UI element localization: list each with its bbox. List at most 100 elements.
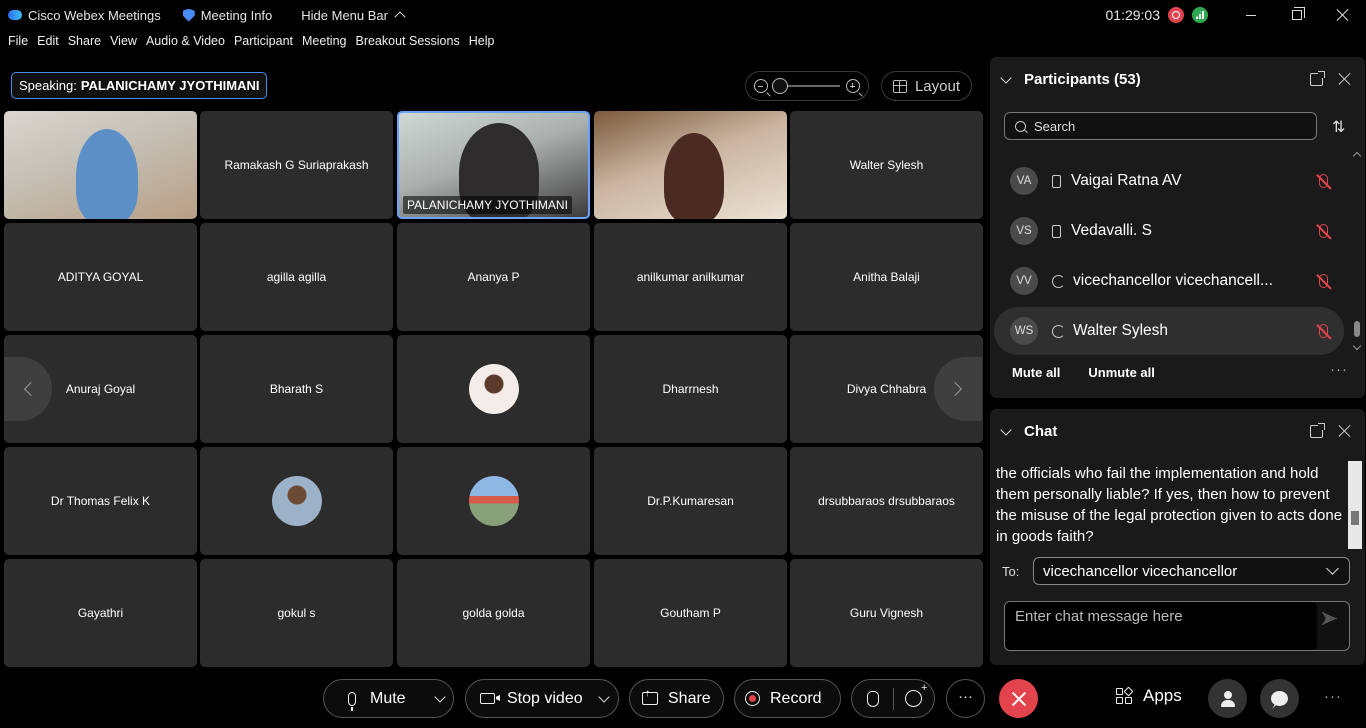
- participants-title: Participants (53): [1024, 71, 1141, 88]
- video-tile[interactable]: Bharath S: [200, 335, 393, 443]
- scroll-thumb[interactable]: [1354, 321, 1360, 337]
- chat-toggle-button[interactable]: [1260, 679, 1299, 718]
- menu-share[interactable]: Share: [68, 34, 101, 54]
- chat-title: Chat: [1024, 423, 1058, 440]
- video-tile[interactable]: anilkumar anilkumar: [594, 223, 787, 331]
- minimize-button[interactable]: [1228, 0, 1274, 30]
- close-icon[interactable]: [1338, 424, 1352, 438]
- menu-view[interactable]: View: [110, 34, 137, 54]
- video-tile[interactable]: Goutham P: [594, 559, 787, 667]
- close-icon: [1337, 9, 1349, 21]
- zoom-out-icon[interactable]: [754, 79, 768, 93]
- recording-indicator-icon[interactable]: [1168, 7, 1184, 23]
- video-tile[interactable]: Ananya P: [397, 223, 590, 331]
- participant-row[interactable]: WS Walter Sylesh: [994, 307, 1344, 355]
- close-window-button[interactable]: [1320, 0, 1366, 30]
- video-tile[interactable]: [4, 111, 197, 219]
- chat-scrollbar[interactable]: [1348, 461, 1362, 549]
- video-tile[interactable]: [200, 447, 393, 555]
- menu-audio-video[interactable]: Audio & Video: [146, 34, 225, 54]
- participants-toggle-button[interactable]: [1208, 679, 1247, 718]
- mic-muted-icon[interactable]: [1319, 274, 1328, 288]
- participant-row[interactable]: VV vicechancellor vicechancell...: [994, 257, 1344, 305]
- participant-search-input[interactable]: Search: [1004, 112, 1317, 140]
- phone-icon: [1052, 224, 1061, 238]
- participant-name: Ananya P: [467, 270, 520, 284]
- video-tile[interactable]: [594, 111, 787, 219]
- scroll-thumb[interactable]: [1351, 511, 1359, 525]
- video-tile[interactable]: [397, 447, 590, 555]
- participants-header[interactable]: Participants (53): [1000, 71, 1141, 88]
- video-tile[interactable]: Dr.P.Kumaresan: [594, 447, 787, 555]
- hide-menu-bar-button[interactable]: Hide Menu Bar: [301, 8, 406, 23]
- to-label: To:: [1002, 564, 1020, 579]
- apps-button[interactable]: Apps: [1116, 686, 1182, 706]
- chevron-up-icon: [394, 11, 406, 23]
- mute-all-button[interactable]: Mute all: [1012, 365, 1060, 380]
- share-label: Share: [668, 689, 711, 707]
- popout-icon[interactable]: [1310, 71, 1325, 86]
- menu-breakout-sessions[interactable]: Breakout Sessions: [355, 34, 459, 54]
- participant-row[interactable]: VA Vaigai Ratna AV: [994, 157, 1344, 205]
- zoom-slider[interactable]: [772, 78, 840, 94]
- menu-file[interactable]: File: [8, 34, 28, 54]
- title-bar: Cisco Webex Meetings Meeting Info Hide M…: [0, 0, 1366, 30]
- popout-icon[interactable]: [1310, 423, 1325, 438]
- video-tile[interactable]: Walter Sylesh: [790, 111, 983, 219]
- audio-options-chevron-icon[interactable]: [434, 690, 446, 703]
- menu-participant[interactable]: Participant: [234, 34, 293, 54]
- more-options-button[interactable]: ···: [946, 679, 985, 718]
- chat-header[interactable]: Chat: [1000, 423, 1058, 440]
- layout-button[interactable]: Layout: [881, 71, 972, 101]
- video-tile[interactable]: PALANICHAMY JYOTHIMANI: [397, 111, 590, 219]
- zoom-in-icon[interactable]: [846, 79, 860, 93]
- reactions-button[interactable]: [894, 682, 934, 707]
- stop-video-button[interactable]: Stop video: [480, 690, 596, 708]
- chat-input[interactable]: Enter chat message here: [1004, 601, 1350, 651]
- video-tile[interactable]: golda golda: [397, 559, 590, 667]
- menu-edit[interactable]: Edit: [37, 34, 59, 54]
- video-tile[interactable]: agilla agilla: [200, 223, 393, 331]
- mic-muted-icon[interactable]: [1319, 324, 1328, 338]
- record-button[interactable]: Record: [734, 679, 841, 718]
- share-button[interactable]: Share: [629, 679, 724, 718]
- meeting-info-button[interactable]: Meeting Info: [182, 8, 272, 23]
- participant-name: Walter Sylesh: [849, 158, 924, 172]
- menu-help[interactable]: Help: [469, 34, 495, 54]
- share-screen-icon: [642, 688, 658, 705]
- network-health-icon[interactable]: [1192, 7, 1208, 23]
- video-tile[interactable]: gokul s: [200, 559, 393, 667]
- video-tile[interactable]: [397, 335, 590, 443]
- send-icon[interactable]: [1322, 612, 1337, 625]
- participant-row[interactable]: VS Vedavalli. S: [994, 207, 1344, 255]
- chevron-right-icon: [947, 381, 963, 397]
- scroll-up-icon[interactable]: [1352, 151, 1362, 161]
- chat-input-area[interactable]: Enter chat message here: [1005, 602, 1317, 650]
- video-tile[interactable]: Dharrnesh: [594, 335, 787, 443]
- menu-meeting[interactable]: Meeting: [302, 34, 346, 54]
- participant-name: Anuraj Goyal: [65, 382, 136, 396]
- video-tile[interactable]: Ramakash G Suriaprakash: [200, 111, 393, 219]
- close-icon[interactable]: [1338, 72, 1352, 86]
- participants-scrollbar[interactable]: [1352, 151, 1362, 351]
- sync-audio-icon: [1052, 274, 1065, 288]
- video-tile[interactable]: Dr Thomas Felix K: [4, 447, 197, 555]
- unmute-all-button[interactable]: Unmute all: [1088, 365, 1154, 380]
- more-options-icon[interactable]: ···: [1330, 361, 1348, 378]
- restore-button[interactable]: [1274, 0, 1320, 30]
- mute-button[interactable]: Mute: [348, 690, 428, 711]
- video-tile[interactable]: Anitha Balaji: [790, 223, 983, 331]
- mic-muted-icon[interactable]: [1319, 174, 1328, 188]
- raise-hand-button[interactable]: [852, 690, 893, 707]
- video-tile[interactable]: drsubbaraos drsubbaraos: [790, 447, 983, 555]
- video-options-chevron-icon[interactable]: [598, 690, 610, 703]
- chat-recipient-select[interactable]: vicechancellor vicechancellor: [1033, 557, 1350, 585]
- leave-meeting-button[interactable]: [999, 679, 1038, 718]
- scroll-down-icon[interactable]: [1352, 341, 1362, 351]
- video-tile[interactable]: Gayathri: [4, 559, 197, 667]
- more-panels-icon[interactable]: ···: [1324, 688, 1342, 705]
- sort-icon[interactable]: [1332, 117, 1348, 133]
- video-tile[interactable]: Guru Vignesh: [790, 559, 983, 667]
- mic-muted-icon[interactable]: [1319, 224, 1328, 238]
- video-tile[interactable]: ADITYA GOYAL: [4, 223, 197, 331]
